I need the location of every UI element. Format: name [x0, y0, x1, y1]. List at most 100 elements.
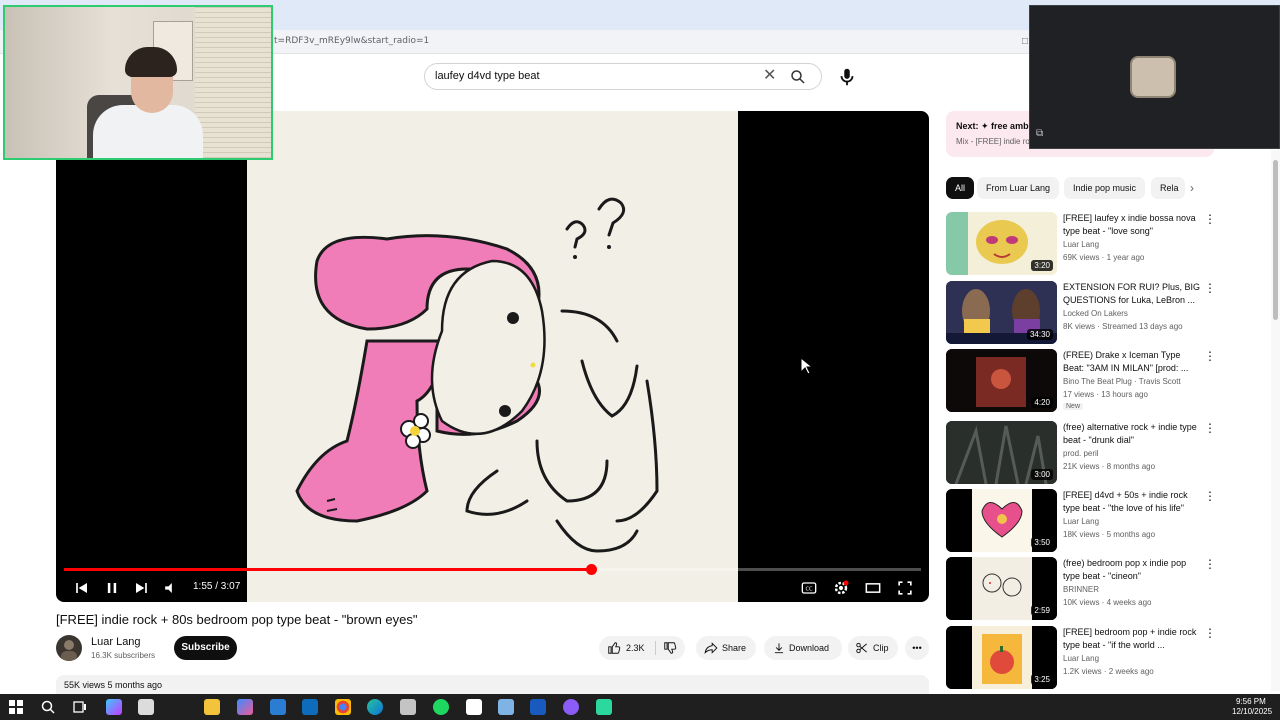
- recommendation-item[interactable]: 3:50 [FREE] d4vd + 50s + indie rock type…: [946, 489, 1216, 553]
- notepad-icon[interactable]: [466, 699, 482, 715]
- recommendation-meta: 18K views · 5 months ago: [1063, 530, 1156, 539]
- recommendation-channel[interactable]: Luar Lang: [1063, 240, 1099, 249]
- download-button[interactable]: Download: [764, 636, 842, 660]
- word-icon[interactable]: [530, 699, 546, 715]
- url-text[interactable]: t=RDF3v_mREy9lw&start_radio=1: [274, 36, 429, 46]
- fullscreen-icon[interactable]: [895, 578, 915, 598]
- search-input[interactable]: laufey d4vd type beat: [435, 70, 540, 82]
- like-icon[interactable]: [607, 641, 621, 655]
- search-box[interactable]: laufey d4vd type beat ✕: [424, 63, 822, 90]
- windows-start-icon[interactable]: [8, 699, 24, 715]
- next-up-subtitle: Mix - [FREE] indie ro: [956, 137, 1030, 146]
- recommendation-channel[interactable]: Bino The Beat Plug · Travis Scott: [1063, 377, 1181, 386]
- person-body: [93, 105, 203, 158]
- subscribe-button[interactable]: Subscribe: [174, 636, 237, 660]
- more-options-icon[interactable]: ⋮: [1204, 421, 1216, 435]
- recommendation-title[interactable]: EXTENSION FOR RUI? Plus, BIG QUESTIONS f…: [1063, 281, 1201, 307]
- mail-icon[interactable]: [270, 699, 286, 715]
- spotify-icon[interactable]: [433, 699, 449, 715]
- file-explorer-icon[interactable]: [204, 699, 220, 715]
- recommendation-channel[interactable]: Luar Lang: [1063, 517, 1099, 526]
- captions-icon[interactable]: CC: [799, 578, 819, 598]
- channel-name[interactable]: Luar Lang: [91, 636, 141, 648]
- taskbar-date[interactable]: 12/10/2025: [1232, 707, 1272, 716]
- scrollbar-thumb[interactable]: [1273, 160, 1278, 320]
- chrome-icon[interactable]: [335, 699, 351, 715]
- app-icon[interactable]: [498, 699, 514, 715]
- clear-search-icon[interactable]: ✕: [763, 67, 776, 85]
- share-button[interactable]: Share: [696, 636, 756, 660]
- recommendation-channel[interactable]: Locked On Lakers: [1063, 309, 1128, 318]
- taskbar-search-icon[interactable]: [40, 699, 56, 715]
- more-options-icon[interactable]: ⋮: [1204, 349, 1216, 363]
- thumbnail[interactable]: 3:20: [946, 212, 1057, 275]
- more-options-icon[interactable]: ⋮: [1204, 212, 1216, 226]
- edge-icon[interactable]: [367, 699, 383, 715]
- search-icon[interactable]: [789, 68, 807, 86]
- more-options-icon[interactable]: ⋮: [1204, 281, 1216, 295]
- chip-from-channel[interactable]: From Luar Lang: [977, 177, 1060, 199]
- recommendation-item[interactable]: 3:25 [FREE] bedroom pop + indie rock typ…: [946, 626, 1216, 690]
- clip-button[interactable]: Clip: [848, 636, 898, 660]
- recommendation-channel[interactable]: prod. peril: [1063, 449, 1099, 458]
- previous-icon[interactable]: [72, 578, 92, 598]
- dislike-icon[interactable]: [663, 641, 677, 655]
- duration-badge: 2:59: [1031, 605, 1053, 616]
- thumbnail[interactable]: 4:20: [946, 349, 1057, 412]
- more-options-icon[interactable]: ⋮: [1204, 557, 1216, 571]
- thumbnail[interactable]: 3:50: [946, 489, 1057, 552]
- recommendation-item[interactable]: 2:59 (free) bedroom pop x indie pop type…: [946, 557, 1216, 621]
- progress-scrubber[interactable]: [586, 564, 598, 575]
- description-box[interactable]: 55K views 5 months ago: [56, 675, 929, 695]
- duration-badge: 34:30: [1026, 329, 1053, 340]
- recommendation-channel[interactable]: Luar Lang: [1063, 654, 1099, 663]
- thumbnail[interactable]: 34:30: [946, 281, 1057, 344]
- chip-all[interactable]: All: [946, 177, 975, 199]
- chip-indie-pop[interactable]: Indie pop music: [1064, 177, 1146, 199]
- app-icon[interactable]: [138, 699, 154, 715]
- photos-icon[interactable]: [237, 699, 253, 715]
- copilot-icon[interactable]: [106, 699, 122, 715]
- recommendation-item[interactable]: 3:20 [FREE] laufey x indie bossa nova ty…: [946, 212, 1216, 276]
- video-player[interactable]: 1:55 / 3:07 CC: [56, 111, 929, 602]
- more-options-icon[interactable]: ⋮: [1204, 626, 1216, 640]
- floating-call-window[interactable]: ⧉: [1029, 5, 1280, 149]
- progress-bar[interactable]: [64, 564, 921, 575]
- chip-scroll-right-icon[interactable]: ›: [1190, 181, 1194, 195]
- channel-avatar[interactable]: [56, 635, 82, 661]
- chip-related[interactable]: Rela: [1151, 177, 1185, 199]
- taskbar-time[interactable]: 9:56 PM: [1236, 697, 1266, 706]
- next-icon[interactable]: [131, 578, 151, 598]
- page-scrollbar[interactable]: [1271, 150, 1280, 691]
- microphone-icon[interactable]: [836, 66, 858, 88]
- recommendation-title[interactable]: [FREE] d4vd + 50s + indie rock type beat…: [1063, 489, 1201, 515]
- app-icon[interactable]: [563, 699, 579, 715]
- app-icon[interactable]: [596, 699, 612, 715]
- recommendation-title[interactable]: (free) bedroom pop x indie pop type beat…: [1063, 557, 1201, 583]
- more-options-icon[interactable]: ⋮: [1204, 489, 1216, 503]
- popout-icon[interactable]: ⧉: [1036, 128, 1043, 139]
- recommendation-item[interactable]: 4:20 (FREE) Drake x Iceman Type Beat: "3…: [946, 349, 1216, 413]
- recommendation-title[interactable]: [FREE] laufey x indie bossa nova type be…: [1063, 212, 1201, 238]
- recommendation-title[interactable]: [FREE] bedroom pop + indie rock type bea…: [1063, 626, 1201, 652]
- app-icon[interactable]: [400, 699, 416, 715]
- address-bar-end-icon[interactable]: □: [1022, 36, 1028, 47]
- thumbnail[interactable]: 3:00: [946, 421, 1057, 484]
- mouse-cursor-icon: [800, 357, 814, 375]
- recommendation-title[interactable]: (free) alternative rock + indie type bea…: [1063, 421, 1201, 447]
- recommendation-channel[interactable]: BRINNER: [1063, 585, 1099, 594]
- more-actions-icon[interactable]: •••: [905, 636, 929, 660]
- like-dislike-group[interactable]: 2.3K: [599, 636, 685, 660]
- thumbnail[interactable]: 3:25: [946, 626, 1057, 689]
- pause-icon[interactable]: [102, 578, 122, 598]
- caller-avatar: [1130, 56, 1176, 98]
- theater-mode-icon[interactable]: [863, 578, 883, 598]
- volume-icon[interactable]: [161, 578, 181, 598]
- recommendation-item[interactable]: 3:00 (free) alternative rock + indie typ…: [946, 421, 1216, 485]
- recommendation-item[interactable]: 34:30 EXTENSION FOR RUI? Plus, BIG QUEST…: [946, 281, 1216, 345]
- settings-icon[interactable]: [831, 578, 851, 598]
- outlook-icon[interactable]: [302, 699, 318, 715]
- thumbnail[interactable]: 2:59: [946, 557, 1057, 620]
- task-view-icon[interactable]: [72, 699, 88, 715]
- recommendation-title[interactable]: (FREE) Drake x Iceman Type Beat: "3AM IN…: [1063, 349, 1201, 375]
